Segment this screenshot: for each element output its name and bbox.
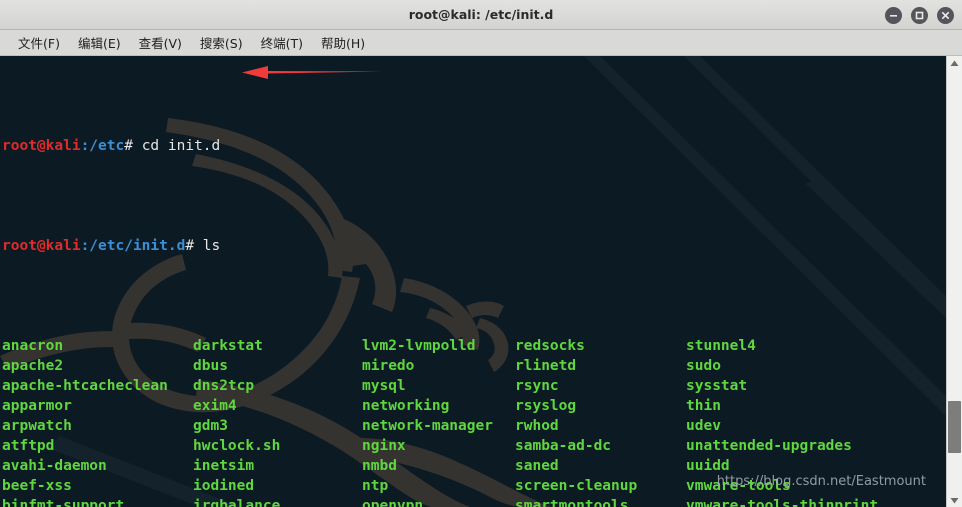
ls-entry: udev — [686, 418, 721, 434]
menu-search[interactable]: 搜索(S) — [191, 31, 252, 54]
terminal-text: root@kali:/etc# cd init.d root@kali:/etc… — [2, 56, 946, 507]
ls-entry: ntp — [362, 478, 389, 494]
ls-entry: atftpd — [2, 438, 55, 454]
vertical-scrollbar[interactable] — [946, 56, 962, 507]
menu-file[interactable]: 文件(F) — [9, 31, 69, 54]
menu-edit[interactable]: 编辑(E) — [69, 31, 130, 54]
ls-entry: samba-ad-dc — [515, 438, 612, 454]
ls-entry: rwhod — [515, 418, 559, 434]
ls-entry: gdm3 — [193, 418, 228, 434]
terminal-line-ls: root@kali:/etc/init.d# ls — [2, 236, 946, 256]
ls-entry: dns2tcp — [193, 378, 255, 394]
window-title: root@kali: /etc/init.d — [408, 7, 554, 22]
scroll-down-arrow-icon[interactable] — [947, 493, 962, 507]
ls-entry: rsync — [515, 378, 559, 394]
ls-entry: beef-xss — [2, 478, 72, 494]
prompt-command: # cd init.d — [124, 138, 221, 154]
ls-entry: apparmor — [2, 398, 72, 414]
ls-entry: lvm2-lvmpolld — [362, 338, 476, 354]
ls-entry: uuidd — [686, 458, 730, 474]
terminal-window: root@kali: /etc/init.d 文件(F) 编辑(E) 查看(V)… — [0, 0, 962, 507]
ls-entry: unattended-upgrades — [686, 438, 852, 454]
close-button[interactable] — [937, 6, 954, 24]
scroll-up-arrow-icon[interactable] — [947, 56, 962, 70]
ls-entry: redsocks — [515, 338, 585, 354]
ls-entry: arpwatch — [2, 418, 72, 434]
menu-view[interactable]: 查看(V) — [130, 31, 191, 54]
ls-entry: darkstat — [193, 338, 263, 354]
ls-entry: irqbalance — [193, 498, 281, 507]
ls-entry: openvpn — [362, 498, 424, 507]
ls-entry: nginx — [362, 438, 406, 454]
menu-bar: 文件(F) 编辑(E) 查看(V) 搜索(S) 终端(T) 帮助(H) — [0, 30, 962, 56]
ls-entry: exim4 — [193, 398, 237, 414]
ls-entry: sudo — [686, 358, 721, 374]
terminal-line-cd: root@kali:/etc# cd init.d — [2, 136, 946, 156]
prompt-command: # ls — [185, 238, 221, 254]
ls-entry: rsyslog — [515, 398, 577, 414]
ls-entry: iodined — [193, 478, 255, 494]
ls-entry: smartmontools — [515, 498, 629, 507]
ls-entry: mysql — [362, 378, 406, 394]
ls-entry: binfmt-support — [2, 498, 125, 507]
terminal-body[interactable]: root@kali:/etc# cd init.d root@kali:/etc… — [0, 56, 946, 507]
ls-entry: sysstat — [686, 378, 748, 394]
blog-watermark: https://blog.csdn.net/Eastmount — [716, 474, 926, 489]
ls-entry: apache-htcacheclean — [2, 378, 168, 394]
prompt-path: :/etc/init.d — [80, 238, 186, 254]
ls-column-2: darkstat dbus dns2tcp exim4 gdm3 hwclock.sh in… — [193, 336, 341, 507]
ls-entry: network-manager — [362, 418, 493, 434]
ls-entry: rlinetd — [515, 358, 577, 374]
maximize-button[interactable] — [911, 6, 928, 24]
ls-entry: vmware-tools-thinprint — [686, 498, 879, 507]
ls-entry: inetsim — [193, 458, 255, 474]
ls-entry: apache2 — [2, 358, 64, 374]
ls-entry: screen-cleanup — [515, 478, 638, 494]
window-controls — [885, 0, 954, 30]
ls-column-1: anacron apache2 apache-htcacheclean apparmo… — [2, 336, 168, 507]
ls-entry: avahi-daemon — [2, 458, 107, 474]
ls-entry: anacron — [2, 338, 64, 354]
menu-terminal[interactable]: 终端(T) — [252, 31, 312, 54]
prompt-user: root@kali — [2, 238, 81, 254]
ls-entry: stunnel4 — [686, 338, 756, 354]
ls-entry: hwclock.sh — [193, 438, 281, 454]
ls-entry: thin — [686, 398, 721, 414]
scrollbar-thumb[interactable] — [948, 401, 961, 453]
minimize-button[interactable] — [885, 6, 902, 24]
title-bar: root@kali: /etc/init.d — [0, 0, 962, 30]
prompt-path: :/etc — [80, 138, 125, 154]
ls-entry: dbus — [193, 358, 228, 374]
ls-column-3: lvm2-lvmpolld miredo mysql networking networ… — [362, 336, 493, 507]
ls-entry: networking — [362, 398, 450, 414]
ls-column-4: redsocks rlinetd rsync rsyslog rwhod samba-ad… — [515, 336, 663, 507]
menu-help[interactable]: 帮助(H) — [312, 31, 374, 54]
ls-entry: nmbd — [362, 458, 397, 474]
ls-entry: saned — [515, 458, 559, 474]
prompt-user: root@kali — [2, 138, 81, 154]
ls-entry: miredo — [362, 358, 415, 374]
